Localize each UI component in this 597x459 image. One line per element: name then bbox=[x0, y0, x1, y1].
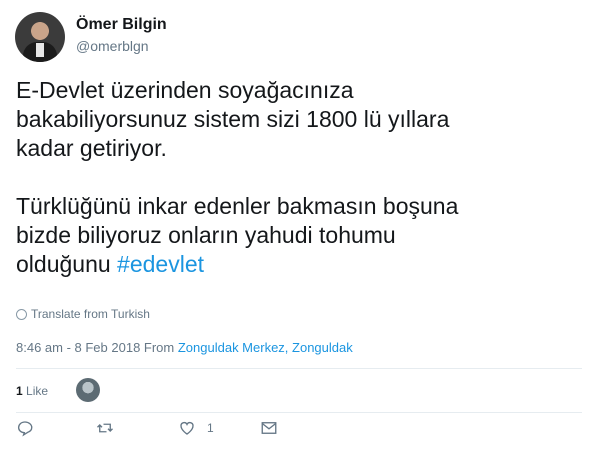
likes-stat[interactable]: 1 Like bbox=[16, 384, 48, 398]
envelope-icon bbox=[261, 422, 277, 434]
like-count: 1 bbox=[207, 421, 214, 435]
likes-label: Like bbox=[22, 384, 49, 398]
liker-avatar[interactable] bbox=[76, 378, 100, 402]
user-name[interactable]: Ömer Bilgin bbox=[76, 16, 167, 34]
likes-count: 1 bbox=[16, 384, 23, 398]
tweet-text: E-Devlet üzerinden soyağacınıza bakabili… bbox=[16, 76, 586, 279]
avatar[interactable] bbox=[15, 12, 65, 62]
tweet-body: E-Devlet üzerinden soyağacınıza bakabili… bbox=[16, 77, 459, 277]
retweet-button[interactable] bbox=[96, 419, 114, 437]
heart-icon bbox=[180, 421, 194, 435]
reply-icon bbox=[17, 421, 33, 437]
tweet-meta: 8:46 am - 8 Feb 2018 From Zonguldak Merk… bbox=[16, 340, 353, 355]
reply-button[interactable] bbox=[16, 419, 34, 437]
like-button[interactable]: 1 bbox=[178, 419, 214, 437]
tweet-location[interactable]: Zonguldak Merkez, Zonguldak bbox=[178, 340, 353, 355]
translate-label: Translate from Turkish bbox=[31, 307, 150, 321]
translate-link[interactable]: Translate from Turkish bbox=[16, 307, 150, 321]
divider-bottom bbox=[16, 412, 582, 413]
avatar-shirt bbox=[36, 43, 44, 57]
globe-icon bbox=[16, 308, 27, 320]
retweet-icon bbox=[97, 423, 113, 433]
tweet-time[interactable]: 8:46 am - 8 Feb 2018 From bbox=[16, 340, 178, 355]
user-handle[interactable]: @omerblgn bbox=[76, 38, 149, 54]
message-button[interactable] bbox=[260, 419, 278, 437]
hashtag-link[interactable]: #edevlet bbox=[117, 251, 204, 277]
divider-top bbox=[16, 368, 582, 369]
